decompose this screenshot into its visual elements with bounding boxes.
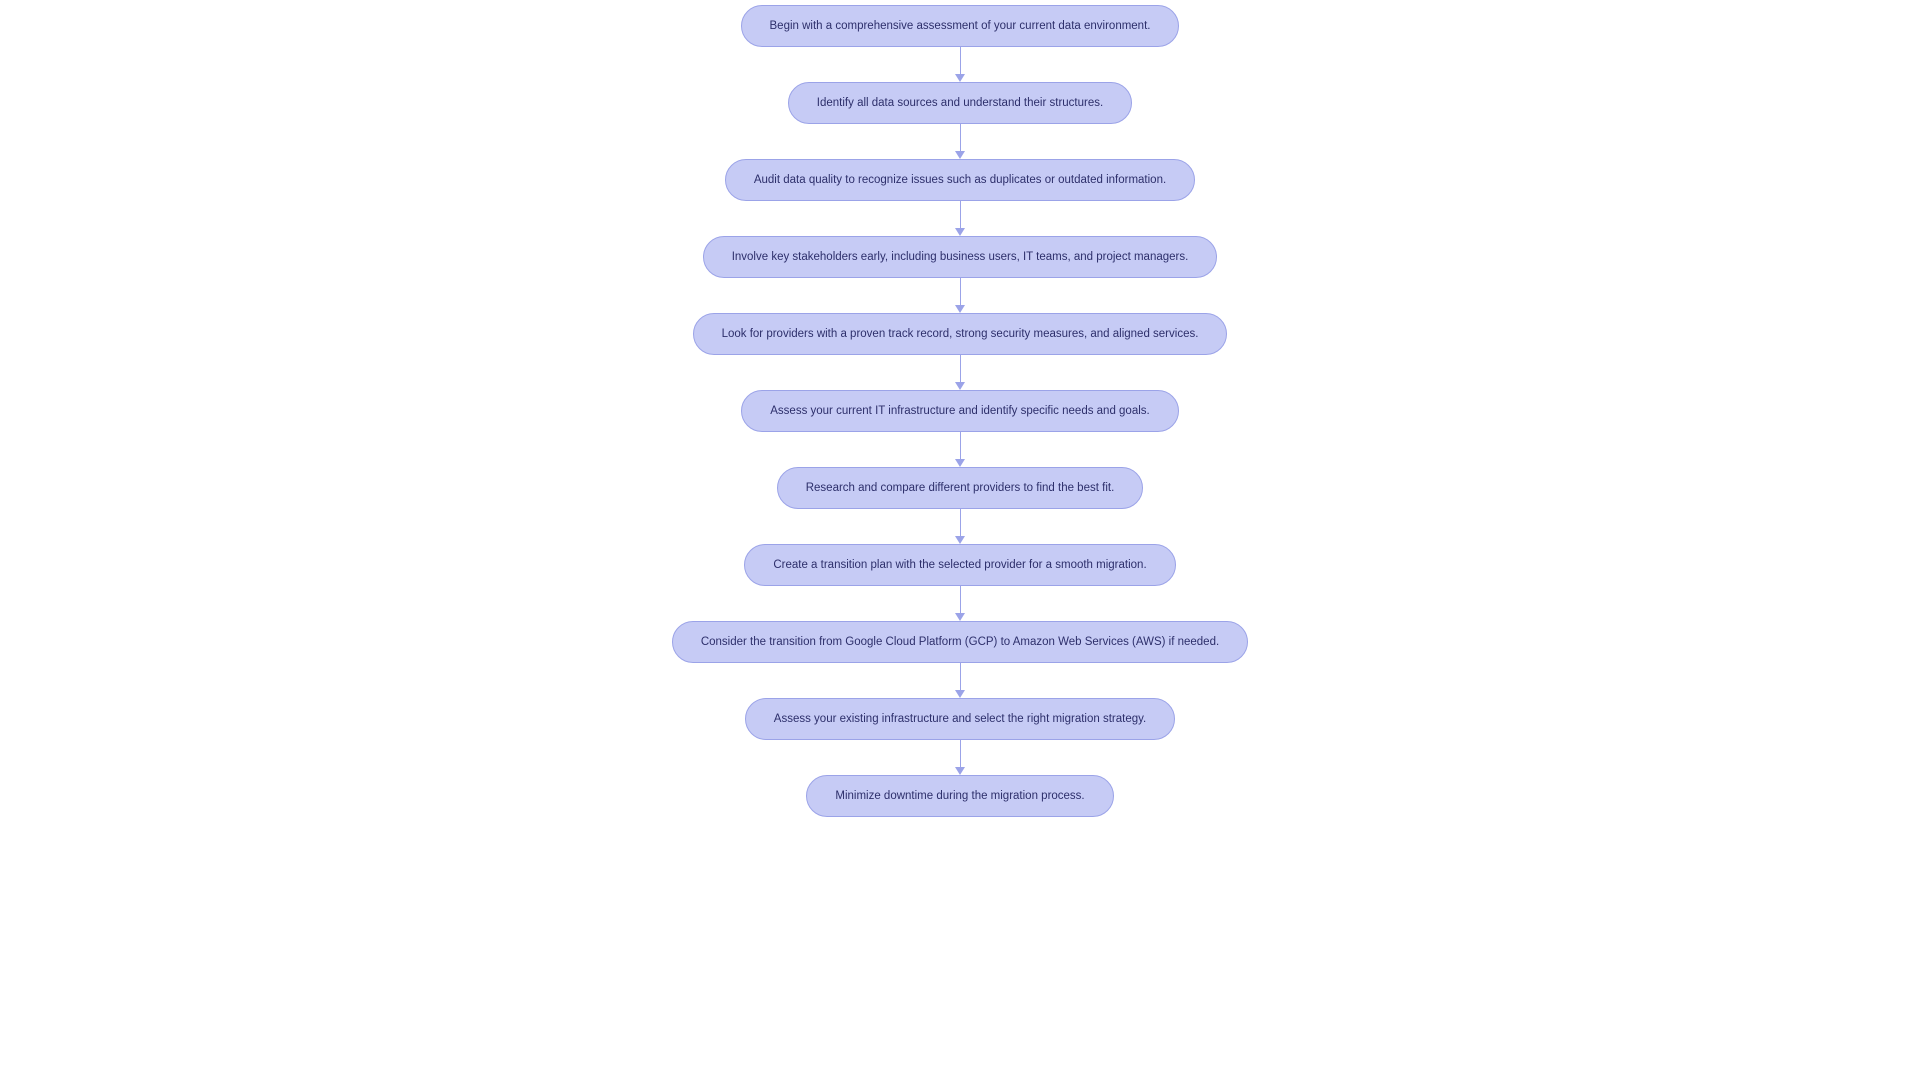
connector-line [960, 278, 961, 305]
arrow-down-icon [955, 767, 965, 775]
flowchart-connector [955, 432, 965, 467]
flowchart-connector [955, 355, 965, 390]
arrow-down-icon [955, 536, 965, 544]
arrow-down-icon [955, 613, 965, 621]
connector-line [960, 432, 961, 459]
connector-line [960, 586, 961, 613]
arrow-down-icon [955, 151, 965, 159]
connector-line [960, 355, 961, 382]
flowchart-node: Consider the transition from Google Clou… [672, 621, 1248, 663]
arrow-down-icon [955, 690, 965, 698]
arrow-down-icon [955, 382, 965, 390]
flowchart-node: Involve key stakeholders early, includin… [703, 236, 1218, 278]
flowchart-connector [955, 663, 965, 698]
connector-line [960, 509, 961, 536]
flowchart-connector [955, 740, 965, 775]
flowchart-node: Begin with a comprehensive assessment of… [741, 5, 1180, 47]
flowchart-connector [955, 278, 965, 313]
connector-line [960, 124, 961, 151]
flowchart-container: Begin with a comprehensive assessment of… [0, 0, 1920, 817]
arrow-down-icon [955, 74, 965, 82]
connector-line [960, 740, 961, 767]
flowchart-connector [955, 47, 965, 82]
connector-line [960, 663, 961, 690]
connector-line [960, 47, 961, 74]
flowchart-node: Create a transition plan with the select… [744, 544, 1175, 586]
flowchart-connector [955, 124, 965, 159]
flowchart-node: Audit data quality to recognize issues s… [725, 159, 1195, 201]
flowchart-node: Look for providers with a proven track r… [693, 313, 1228, 355]
arrow-down-icon [955, 305, 965, 313]
flowchart-node: Identify all data sources and understand… [788, 82, 1132, 124]
flowchart-node: Minimize downtime during the migration p… [806, 775, 1113, 817]
flowchart-connector [955, 201, 965, 236]
arrow-down-icon [955, 459, 965, 467]
connector-line [960, 201, 961, 228]
arrow-down-icon [955, 228, 965, 236]
flowchart-connector [955, 509, 965, 544]
flowchart-node: Assess your current IT infrastructure an… [741, 390, 1178, 432]
flowchart-node: Research and compare different providers… [777, 467, 1144, 509]
flowchart-connector [955, 586, 965, 621]
flowchart-node: Assess your existing infrastructure and … [745, 698, 1175, 740]
